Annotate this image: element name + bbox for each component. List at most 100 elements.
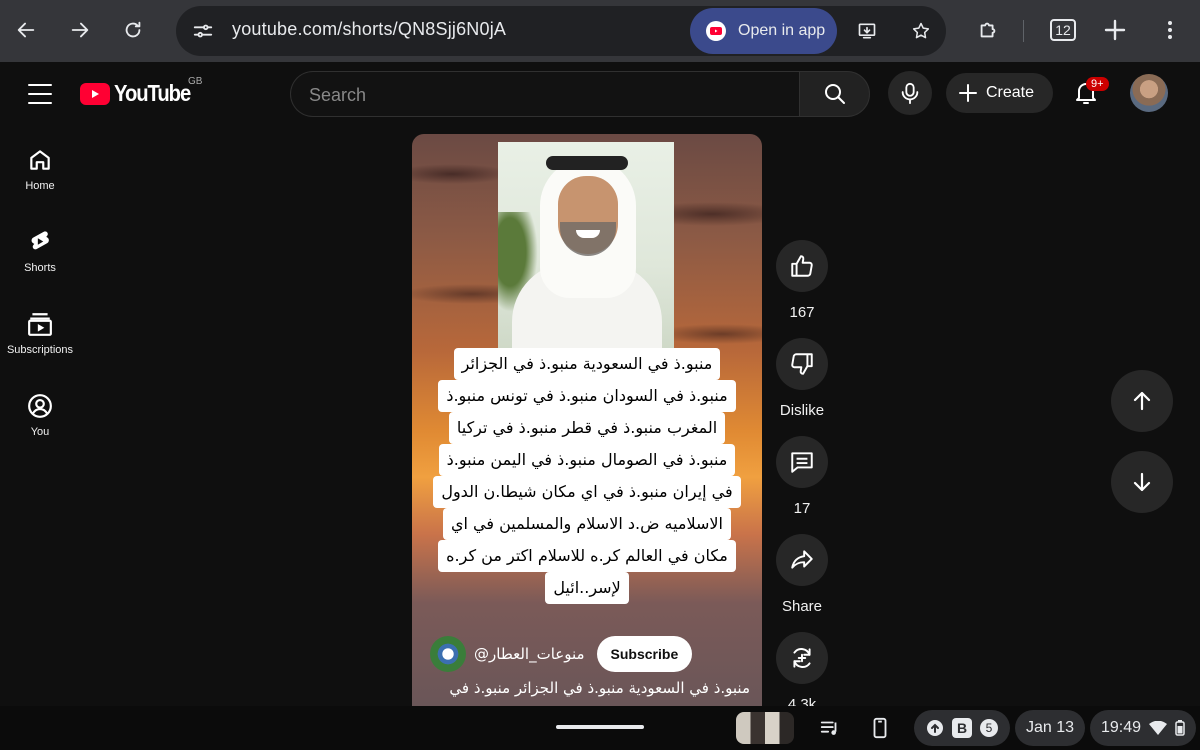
youtube-play-icon (80, 82, 110, 105)
notification-badge: 9+ (1086, 77, 1109, 91)
portrait-photo (498, 142, 674, 348)
notifications-button[interactable]: 9+ (1068, 75, 1109, 111)
comments-action: 17 (776, 436, 828, 517)
date-tray[interactable]: Jan 13 (1015, 710, 1085, 746)
share-arrow-icon (791, 550, 813, 569)
site-settings-icon[interactable] (188, 16, 218, 46)
comments-button[interactable] (776, 436, 828, 488)
puzzle-icon (980, 22, 996, 38)
menu-icon[interactable] (28, 84, 52, 104)
create-button[interactable]: Create (946, 73, 1053, 113)
plus-icon (1104, 19, 1126, 41)
home-gesture-bar[interactable] (556, 725, 644, 729)
caption-line: منبو.ذ في السودان منبو.ذ في تونس منبو.ذ (438, 380, 736, 412)
quick-settings-tray[interactable]: 19:49 (1090, 710, 1196, 746)
caption-line: منبو.ذ في السعودية منبو.ذ في الجزائر (453, 348, 721, 380)
like-button[interactable] (776, 240, 828, 292)
search-icon (824, 84, 845, 104)
browser-menu-button[interactable] (1150, 10, 1190, 50)
bookmark-star-icon[interactable] (906, 16, 936, 46)
back-arrow-icon (17, 22, 35, 38)
install-app-icon[interactable] (852, 16, 882, 46)
url-text[interactable]: youtube.com/shorts/QN8Sjj6N0jA (232, 19, 506, 40)
browser-toolbar: youtube.com/shorts/QN8Sjj6N0jA Open in a… (0, 0, 1200, 62)
dislike-button[interactable] (776, 338, 828, 390)
remix-button[interactable] (776, 632, 828, 684)
search-input[interactable] (309, 83, 779, 107)
battery-icon (1175, 720, 1185, 736)
caption-line: المغرب منبو.ذ في قطر منبو.ذ في تركيا (448, 412, 726, 444)
sidebar-item-label: Home (25, 180, 55, 192)
voice-search-button[interactable] (888, 71, 932, 115)
open-in-app-label: Open in app (738, 22, 826, 39)
caption-line: لإسر..ائيل (545, 572, 629, 604)
previous-short-button[interactable] (1111, 370, 1173, 432)
account-avatar[interactable] (1130, 74, 1168, 112)
next-short-button[interactable] (1111, 451, 1173, 513)
phone-hub-button[interactable] (862, 710, 898, 746)
open-in-app-button[interactable]: Open in app (690, 8, 837, 54)
create-label: Create (986, 84, 1035, 101)
forward-button[interactable] (60, 10, 100, 50)
sidebar-item-home[interactable]: Home (0, 147, 80, 192)
forward-arrow-icon (71, 22, 89, 38)
home-icon (30, 150, 50, 170)
sidebar-item-subscriptions[interactable]: Subscriptions (0, 311, 80, 356)
search-field[interactable] (290, 71, 800, 117)
status-tray[interactable]: B 5 (914, 710, 1010, 746)
subscriptions-icon (28, 313, 52, 336)
playlist-music-icon (820, 721, 837, 735)
more-vert-icon (1168, 21, 1172, 39)
caption-line: منبو.ذ في الصومال منبو.ذ في اليمن منبو.ذ (438, 444, 736, 476)
you-icon (28, 394, 52, 418)
caption-line: مكان في العالم كر.ه للاسلام اكتر من كر.ه (438, 540, 736, 572)
upload-icon (927, 720, 943, 736)
sidebar-item-you[interactable]: You (0, 393, 80, 438)
channel-avatar[interactable] (430, 636, 466, 672)
sidebar-item-shorts[interactable]: Shorts (0, 229, 80, 274)
remix-icon (793, 648, 811, 668)
reload-button[interactable] (113, 10, 153, 50)
shorts-video-player[interactable]: منبو.ذ في السعودية منبو.ذ في الجزائر منب… (412, 134, 762, 706)
address-bar[interactable]: youtube.com/shorts/QN8Sjj6N0jA Open in a… (176, 6, 946, 56)
share-label: Share (781, 598, 823, 615)
like-count: 167 (789, 304, 815, 321)
media-controls-button[interactable] (812, 710, 848, 746)
channel-name[interactable]: @منوعات_العطار (474, 645, 585, 663)
arrow-up-icon (1133, 391, 1151, 411)
system-shelf: B 5 Jan 13 19:49 (0, 706, 1200, 750)
thumbs-up-icon (791, 255, 813, 277)
youtube-header: YouTube GB Create 9+ (0, 62, 1200, 126)
youtube-logo[interactable]: YouTube GB (80, 76, 202, 107)
search-button[interactable] (799, 71, 870, 117)
logo-text: YouTube (114, 80, 191, 106)
reload-icon (125, 21, 141, 38)
share-button[interactable] (776, 534, 828, 586)
microphone-icon (901, 82, 919, 104)
country-code: GB (188, 76, 203, 87)
search-bar (290, 71, 870, 117)
phone-icon (873, 717, 887, 739)
recent-apps-thumbnails[interactable] (736, 712, 794, 744)
shorts-icon (31, 231, 49, 250)
channel-row: @منوعات_العطار Subscribe (430, 634, 750, 674)
time-text: 19:49 (1100, 719, 1142, 736)
like-action: 167 (776, 240, 828, 321)
caption-line: الاسلاميه ض.د الاسلام والمسلمين في اي (443, 508, 731, 540)
thumbs-down-icon (791, 353, 813, 375)
dislike-label: Dislike (779, 402, 825, 419)
back-button[interactable] (6, 10, 46, 50)
comment-icon (791, 452, 813, 473)
date-text: Jan 13 (1025, 719, 1075, 736)
video-description[interactable]: منبو.ذ في السعودية منبو.ذ في الجزائر منب… (430, 679, 750, 697)
comment-count: 17 (793, 500, 811, 517)
arrow-down-icon (1133, 472, 1151, 492)
extensions-button[interactable] (968, 10, 1008, 50)
tab-switcher-button[interactable]: 12 (1043, 10, 1083, 50)
sidebar-item-label: Subscriptions (6, 344, 74, 356)
subscribe-button[interactable]: Subscribe (596, 636, 693, 672)
caption-line: في إيران منبو.ذ في اي مكان شيطا.ن الدول (433, 476, 741, 508)
plus-icon (959, 84, 977, 102)
sidebar-item-label: Shorts (24, 262, 56, 274)
new-tab-button[interactable] (1095, 10, 1135, 50)
